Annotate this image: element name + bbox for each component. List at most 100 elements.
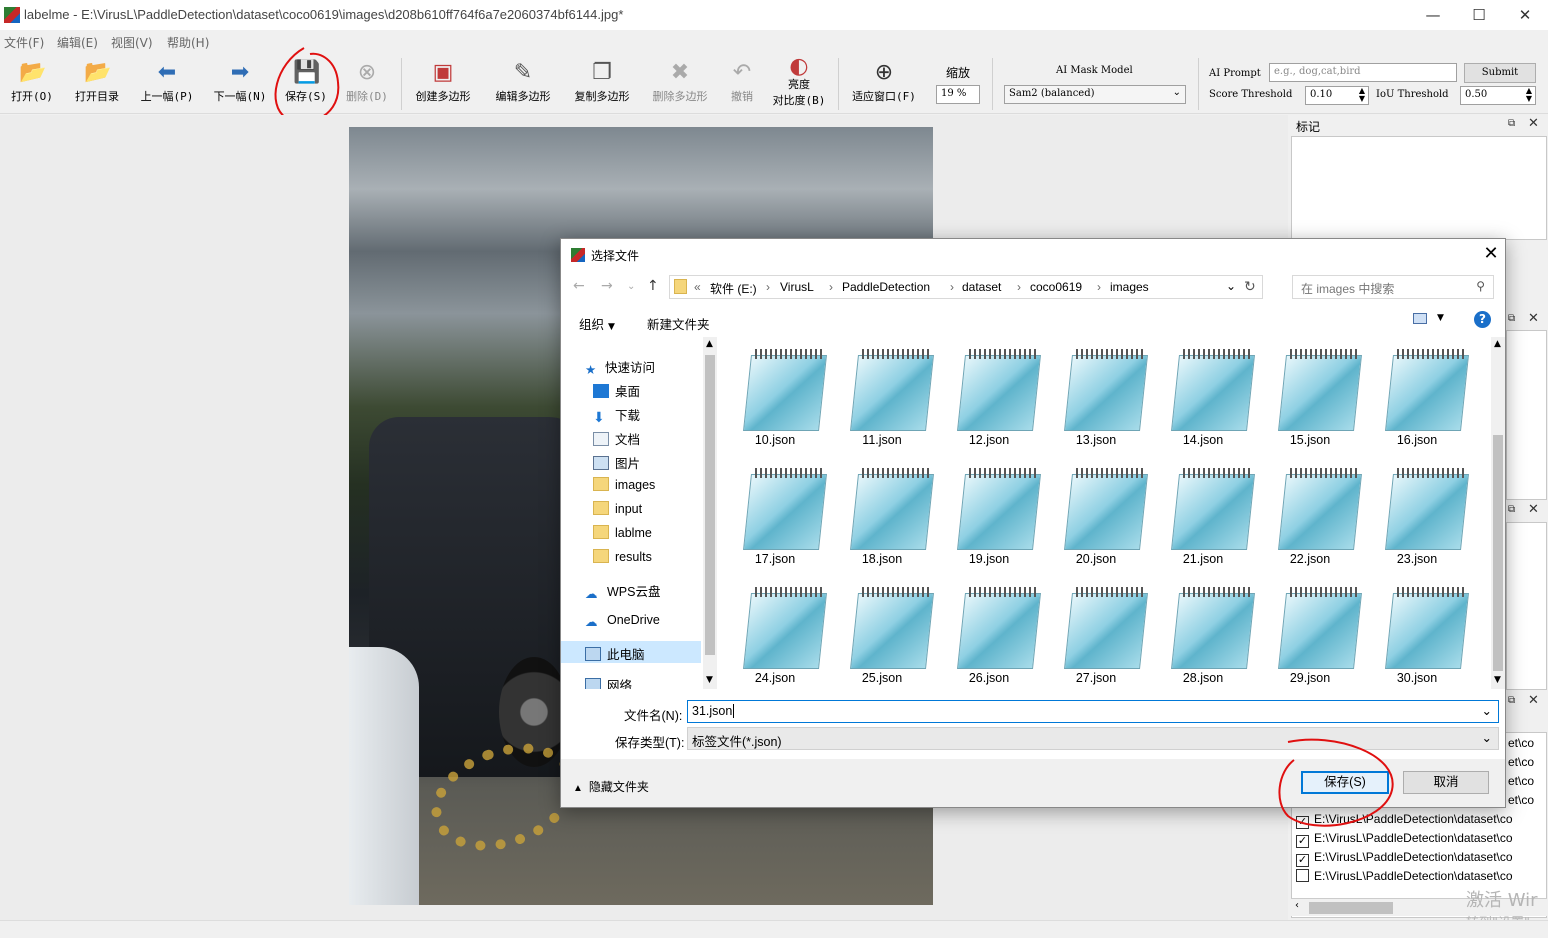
cancel-button[interactable]: 取消: [1403, 771, 1489, 794]
file-item[interactable]: 21.json: [1153, 460, 1260, 579]
file-item[interactable]: 10.json: [725, 341, 832, 460]
address-bar[interactable]: « 软件 (E:) › VirusL › PaddleDetection › d…: [669, 275, 1263, 299]
nav-folder-lablme[interactable]: lablme: [593, 525, 652, 547]
forward-arrow-icon[interactable]: →: [601, 278, 613, 294]
scroll-down-icon[interactable]: ▼: [1494, 675, 1501, 685]
fit-window-button[interactable]: ⊕ 适应窗口(F): [846, 60, 922, 112]
search-input[interactable]: 在 images 中搜索 ⚲: [1292, 275, 1494, 299]
scroll-up-icon[interactable]: ▲: [1494, 339, 1501, 349]
nav-quick-access[interactable]: ★ 快速访问: [585, 357, 655, 379]
nav-network[interactable]: 网络: [585, 675, 632, 689]
submit-button[interactable]: Submit: [1464, 63, 1536, 83]
scrollbar-thumb[interactable]: [1309, 902, 1393, 914]
nav-folder-results[interactable]: results: [593, 549, 652, 571]
spin-arrows-icon[interactable]: ▲ ▼: [1526, 87, 1532, 103]
file-item[interactable]: 22.json: [1260, 460, 1367, 579]
scroll-up-icon[interactable]: ▲: [706, 339, 713, 349]
menu-help[interactable]: 帮助(H): [167, 34, 209, 51]
spin-arrows-icon[interactable]: ▲ ▼: [1359, 87, 1365, 103]
breadcrumb-drive[interactable]: 软件 (E:): [710, 280, 757, 297]
scrollbar-thumb[interactable]: [705, 355, 715, 655]
menu-file[interactable]: 文件(F): [4, 34, 44, 51]
up-arrow-icon[interactable]: ↑: [647, 278, 659, 294]
float-icon[interactable]: ⧉: [1508, 118, 1515, 129]
organize-button[interactable]: 组织 ▼: [579, 314, 615, 333]
file-item[interactable]: 29.json: [1260, 579, 1367, 698]
view-mode-icon[interactable]: [1413, 313, 1427, 324]
file-item[interactable]: 20.json: [1046, 460, 1153, 579]
file-item[interactable]: 12.json: [939, 341, 1046, 460]
file-item[interactable]: 25.json: [832, 579, 939, 698]
file-list-row-partial[interactable]: et\co: [1508, 736, 1540, 755]
float-icon[interactable]: ⧉: [1508, 504, 1515, 515]
nav-documents[interactable]: 文档📌: [593, 429, 717, 451]
scroll-left-icon[interactable]: ‹: [1295, 900, 1299, 911]
zoom-input[interactable]: 19 %: [936, 85, 980, 104]
file-item[interactable]: 28.json: [1153, 579, 1260, 698]
nav-onedrive[interactable]: ☁ OneDrive: [585, 613, 660, 635]
nav-wps-cloud[interactable]: ☁ WPS云盘: [585, 581, 660, 603]
refresh-icon[interactable]: ↻: [1244, 278, 1256, 295]
iou-threshold-spinbox[interactable]: 0.50 ▲ ▼: [1460, 86, 1536, 105]
nav-desktop[interactable]: 桌面📌: [593, 381, 717, 403]
file-item[interactable]: 18.json: [832, 460, 939, 579]
ai-mask-model-select[interactable]: Sam2 (balanced) ⌄: [1004, 85, 1186, 104]
breadcrumb-images[interactable]: images: [1110, 280, 1149, 294]
close-button[interactable]: ✕: [1502, 0, 1548, 30]
menu-view[interactable]: 视图(V): [111, 34, 153, 51]
label-list-pane[interactable]: [1506, 522, 1547, 690]
file-item[interactable]: 19.json: [939, 460, 1046, 579]
ai-prompt-input[interactable]: e.g., dog,cat,bird: [1269, 63, 1457, 82]
edit-polygon-button[interactable]: ✎ 编辑多边形: [488, 60, 558, 112]
nav-this-pc[interactable]: 此电脑: [561, 641, 701, 663]
hide-folders-toggle[interactable]: ▲ 隐藏文件夹: [573, 778, 649, 795]
file-item[interactable]: 11.json: [832, 341, 939, 460]
back-arrow-icon[interactable]: ←: [573, 278, 585, 294]
chevron-down-icon[interactable]: ⌄: [1226, 279, 1236, 293]
nav-downloads[interactable]: ⬇下载📌: [593, 405, 717, 427]
file-item[interactable]: 24.json: [725, 579, 832, 698]
copy-polygon-button[interactable]: ❐ 复制多边形: [566, 60, 638, 112]
file-item[interactable]: 16.json: [1367, 341, 1474, 460]
score-threshold-spinbox[interactable]: 0.10 ▲ ▼: [1305, 86, 1369, 105]
scroll-down-icon[interactable]: ▼: [706, 675, 713, 685]
file-item[interactable]: 13.json: [1046, 341, 1153, 460]
menu-edit[interactable]: 编辑(E): [57, 34, 98, 51]
checkbox-unchecked[interactable]: [1296, 869, 1309, 882]
breadcrumb-coco0619[interactable]: coco0619: [1030, 280, 1082, 294]
breadcrumb-virusl[interactable]: VirusL: [780, 280, 814, 294]
undo-button[interactable]: ↶ 撤销: [724, 60, 760, 112]
close-icon[interactable]: ✕: [1528, 693, 1539, 708]
scrollbar-thumb[interactable]: [1493, 435, 1503, 671]
breadcrumb-paddledetection[interactable]: PaddleDetection: [842, 280, 930, 294]
dialog-close-button[interactable]: ✕: [1477, 241, 1505, 269]
minimize-button[interactable]: —: [1410, 0, 1456, 30]
open-button[interactable]: 📂 打开(O): [8, 60, 56, 112]
prev-image-button[interactable]: ⬅ 上一幅(P): [136, 60, 198, 112]
file-item[interactable]: 27.json: [1046, 579, 1153, 698]
maximize-button[interactable]: ☐: [1456, 0, 1502, 30]
file-item[interactable]: 15.json: [1260, 341, 1367, 460]
file-list-row-partial[interactable]: et\co: [1508, 755, 1540, 774]
checkbox-checked[interactable]: ✓: [1296, 835, 1309, 848]
file-item[interactable]: 26.json: [939, 579, 1046, 698]
nav-pictures[interactable]: 图片📌: [593, 453, 717, 475]
open-dir-button[interactable]: 📂 打开目录: [68, 60, 126, 112]
file-item[interactable]: 23.json: [1367, 460, 1474, 579]
nav-folder-images[interactable]: images: [593, 477, 655, 499]
close-icon[interactable]: ✕: [1528, 311, 1539, 326]
file-list-row-partial[interactable]: et\co: [1508, 793, 1540, 812]
float-icon[interactable]: ⧉: [1508, 313, 1515, 324]
file-item[interactable]: 14.json: [1153, 341, 1260, 460]
brightness-contrast-button[interactable]: ◐ 亮度 对比度(B): [768, 54, 830, 107]
delete-polygon-button[interactable]: ✖ 删除多边形: [644, 60, 716, 112]
file-list-row-partial[interactable]: et\co: [1508, 774, 1540, 793]
new-folder-button[interactable]: 新建文件夹: [647, 314, 710, 333]
close-icon[interactable]: ✕: [1528, 502, 1539, 517]
float-icon[interactable]: ⧉: [1508, 695, 1515, 706]
chevron-down-icon[interactable]: ⌄: [1482, 703, 1492, 718]
breadcrumb-dataset[interactable]: dataset: [962, 280, 1001, 294]
file-item[interactable]: 30.json: [1367, 579, 1474, 698]
file-list-row[interactable]: ✓ E:\VirusL\PaddleDetection\dataset\co: [1296, 850, 1536, 869]
delete-file-button[interactable]: ⊗ 删除(D): [342, 60, 392, 112]
